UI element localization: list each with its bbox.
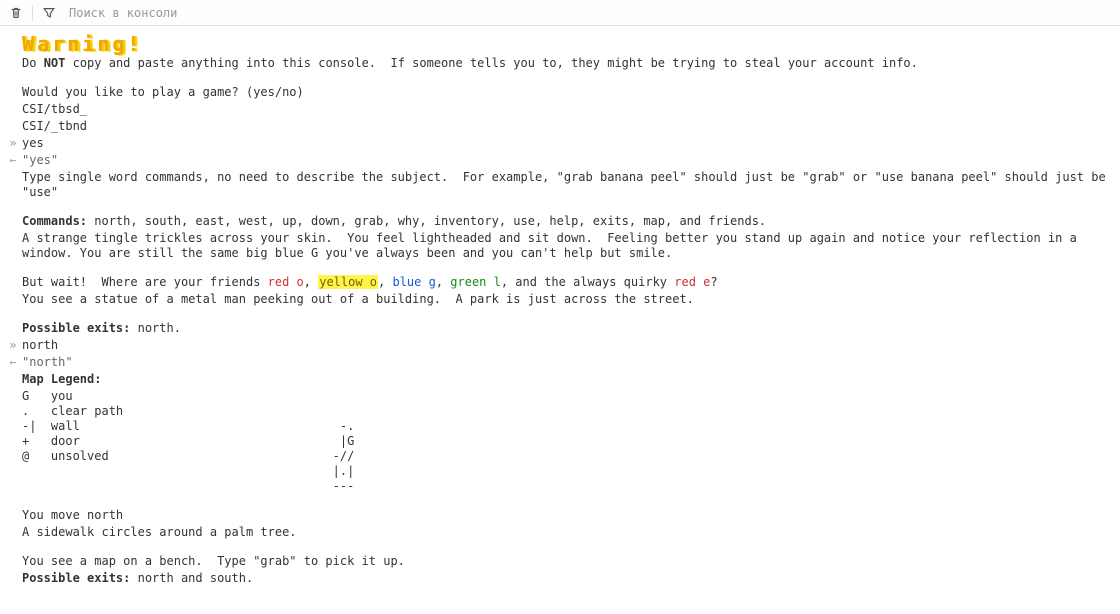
exits1-row: Possible exits: north.: [0, 320, 1120, 337]
legend-block-row: G you . clear path -| wall -. + door |G …: [0, 388, 1120, 495]
warning-row: Warning!: [0, 32, 1120, 55]
map-legend: G you . clear path -| wall -. + door |G …: [22, 389, 1114, 494]
toolbar-separator: [32, 5, 33, 21]
console-output: Warning! Do NOT copy and paste anything …: [0, 26, 1120, 597]
exits2-row: Possible exits: north and south.: [0, 570, 1120, 587]
input-chevron-icon: [4, 136, 22, 151]
console-toolbar: [0, 0, 1120, 26]
filter-button[interactable]: [37, 2, 61, 24]
help-row: Type single word commands, no need to de…: [0, 169, 1120, 201]
echo-output: "yes": [22, 153, 1114, 168]
search-input[interactable]: [63, 4, 1116, 22]
input-yes-row: yes: [0, 135, 1120, 152]
echo-output: "north": [22, 355, 1114, 370]
input-chevron-icon: [4, 338, 22, 353]
funnel-icon: [42, 6, 56, 20]
legend-title-row: Map Legend:: [0, 371, 1120, 388]
do-not-row: Do NOT copy and paste anything into this…: [0, 55, 1120, 72]
output-yes-row: "yes": [0, 152, 1120, 169]
csi-row-2: CSI/_tbnd: [0, 118, 1120, 135]
user-input: north: [22, 338, 1114, 353]
output-arrow-icon: [4, 153, 22, 168]
commands-row: Commands: north, south, east, west, up, …: [0, 213, 1120, 230]
trash-icon: [9, 6, 23, 20]
clear-button[interactable]: [4, 2, 28, 24]
input-north-row: north: [0, 337, 1120, 354]
user-input: yes: [22, 136, 1114, 151]
move-north-row: You move north: [0, 507, 1120, 524]
tingle-row: A strange tingle trickles across your sk…: [0, 230, 1120, 262]
output-arrow-icon: [4, 355, 22, 370]
play-prompt: Would you like to play a game? (yes/no): [22, 85, 1114, 100]
do-not-text: Do NOT copy and paste anything into this…: [22, 56, 1114, 71]
warning-title: Warning!: [22, 33, 1114, 54]
csi-row-1: CSI/tbsd_: [0, 101, 1120, 118]
output-north-row: "north": [0, 354, 1120, 371]
map-bench-row: You see a map on a bench. Type "grab" to…: [0, 553, 1120, 570]
sidewalk-row: A sidewalk circles around a palm tree.: [0, 524, 1120, 541]
friends-row: But wait! Where are your friends red o, …: [0, 274, 1120, 291]
statue-row: You see a statue of a metal man peeking …: [0, 291, 1120, 308]
play-prompt-row: Would you like to play a game? (yes/no): [0, 84, 1120, 101]
